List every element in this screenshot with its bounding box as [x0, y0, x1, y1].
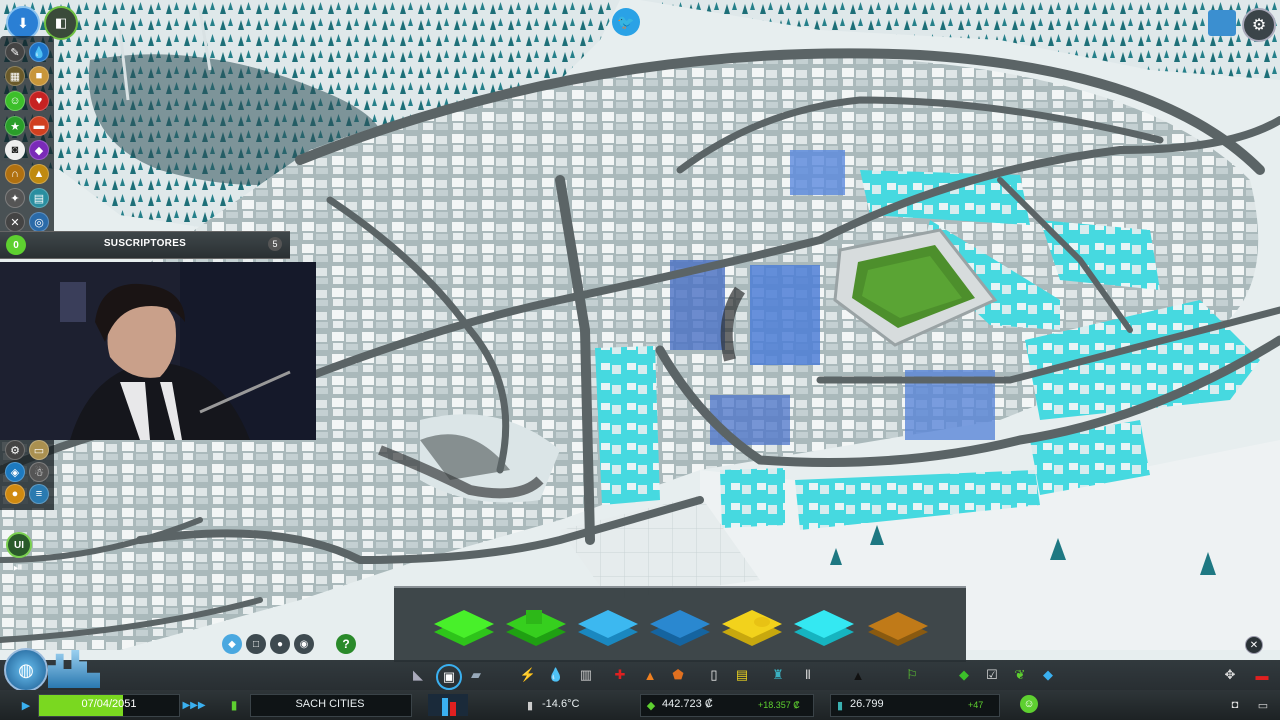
subscribers-label: SUSCRIPTORES — [103, 238, 187, 249]
road-icon[interactable]: ▦ — [5, 66, 25, 86]
speed-icon[interactable]: ▶▶▶ — [182, 697, 206, 713]
smiley-icon[interactable]: ☺ — [5, 91, 25, 111]
population-change: +47 — [968, 700, 984, 710]
move-icon[interactable]: ✥ — [1222, 667, 1238, 683]
view-icon[interactable]: ◈ — [5, 462, 25, 482]
garbage-icon[interactable]: ▥ — [578, 667, 594, 683]
fill-tool-icon[interactable]: □ — [246, 634, 266, 654]
large-brush-icon[interactable]: ◉ — [294, 634, 314, 654]
water-icon[interactable]: 💧 — [548, 667, 564, 683]
fire-icon[interactable]: ▲ — [642, 667, 658, 683]
transport-icon[interactable]: ▤ — [734, 667, 750, 683]
water-tool-icon[interactable]: ◆ — [1040, 667, 1056, 683]
star-icon[interactable]: ★ — [5, 116, 25, 136]
education-icon[interactable]: ▯ — [706, 667, 722, 683]
temperature-readout: -14.6°C — [542, 698, 580, 710]
date-progress-box: 07/04/2051 — [38, 694, 180, 717]
map-icon[interactable]: ▤ — [29, 188, 49, 208]
checklist-icon[interactable]: ☑ — [984, 667, 1000, 683]
healthcare-icon[interactable]: ✚ — [612, 667, 628, 683]
screenshot-icon[interactable]: ◘ — [1226, 697, 1244, 713]
money-icon: ◆ — [646, 699, 656, 712]
chirper-notifications-icon[interactable]: ◧ — [44, 6, 78, 40]
happiness-smiley-icon[interactable]: ☺ — [1020, 695, 1038, 713]
district-icon[interactable]: ◆ — [29, 140, 49, 160]
bus-icon[interactable]: ▬ — [29, 116, 49, 136]
zone-office[interactable] — [794, 610, 854, 646]
small-brush-icon[interactable]: ● — [270, 634, 290, 654]
download-icon[interactable]: ⬇ — [6, 6, 40, 40]
mod-sidebar: ✎ 💧 ▦ ■ ☺ ♥ ★ ▬ ◙ ◆ ∩ ▲ ✦ ▤ ✕ ◎ — [0, 36, 54, 241]
water-drop-icon[interactable]: 💧 — [29, 42, 49, 62]
gear-toggle-icon[interactable]: ⚙ — [5, 440, 25, 460]
pause-play-icon[interactable]: ▶ — [18, 697, 34, 713]
tool-icon[interactable]: ✎ — [5, 42, 25, 62]
subscribers-start-count: 0 — [6, 235, 26, 255]
help-icon[interactable]: ? — [336, 634, 356, 654]
bulldozer-icon[interactable]: ▬ — [1254, 667, 1270, 683]
brush-tool-icon[interactable]: ◆ — [222, 634, 242, 654]
camera-icon[interactable]: ◙ — [5, 140, 25, 160]
webcam-overlay — [0, 262, 316, 440]
gear-small-icon[interactable]: ✦ — [5, 188, 25, 208]
date-text: 07/04/2051 — [81, 698, 137, 710]
zone-residential-low[interactable] — [434, 610, 494, 646]
money-amount: 442.723 ₡ — [662, 698, 713, 710]
policies-icon[interactable]: ⚐ — [904, 667, 920, 683]
toolbar-icon-row — [0, 660, 1280, 690]
secondary-sidebar: ⚙ ▭ ◈ ☃ ● ≡ — [0, 440, 54, 510]
zone-commercial-high[interactable] — [650, 610, 710, 646]
heart-icon[interactable]: ♥ — [29, 91, 49, 111]
warning-icon[interactable]: ▲ — [29, 164, 49, 184]
layers-icon[interactable]: ≡ — [29, 484, 49, 504]
play-step-icon[interactable]: ⏯ — [8, 558, 28, 576]
landscaping-icon[interactable]: ▲ — [850, 667, 866, 683]
electricity-icon[interactable]: ⚡ — [520, 667, 536, 683]
trees-icon[interactable]: ❦ — [1012, 667, 1028, 683]
zone-dezone[interactable] — [868, 612, 928, 646]
walker-icon[interactable]: ☃ — [29, 462, 49, 482]
close-panel-icon[interactable]: ✕ — [1245, 636, 1263, 654]
zoning-panel — [394, 586, 966, 662]
subscribers-bar: 0 SUSCRIPTORES 5 — [0, 231, 290, 259]
settings-gear-icon[interactable]: ⚙ — [1242, 8, 1276, 42]
globe-icon[interactable]: ◎ — [29, 212, 49, 232]
thermometer-icon: ▮ — [526, 699, 534, 712]
zone-commercial-low[interactable] — [578, 610, 638, 646]
parks-icon[interactable]: ◆ — [956, 667, 972, 683]
zone-industrial[interactable] — [722, 610, 782, 646]
police-icon[interactable]: ⬟ — [670, 667, 686, 683]
districts-icon[interactable]: ▰ — [468, 667, 484, 683]
population-icon: ▮ — [836, 699, 844, 712]
ui-toggle-button[interactable]: UI — [6, 532, 32, 558]
city-name[interactable]: SACH CITIES — [250, 698, 410, 710]
income-amount: +18.357 ₡ — [758, 700, 800, 710]
roads-icon[interactable]: ◣ — [410, 667, 426, 683]
info-views-icon[interactable]: ▮ — [226, 696, 242, 714]
chirper-bird-icon[interactable]: 🐦 — [612, 8, 640, 36]
zone-residential-high[interactable] — [506, 610, 566, 646]
subscribers-goal-count: 5 — [268, 237, 282, 251]
city-logo-icon[interactable] — [1208, 10, 1236, 36]
wrench-icon[interactable]: ✕ — [5, 212, 25, 232]
info-icon[interactable]: ▭ — [29, 440, 49, 460]
zoning-icon[interactable]: ▣ — [436, 664, 462, 690]
coin-icon[interactable]: ● — [5, 484, 25, 504]
box-icon[interactable]: ■ — [29, 66, 49, 86]
happiness-bars-icon — [428, 694, 468, 716]
magnet-icon[interactable]: ∩ — [5, 164, 25, 184]
tourism-icon[interactable]: ♜ — [770, 667, 786, 683]
population-count: 26.799 — [850, 698, 884, 710]
message-icon[interactable]: ▭ — [1254, 697, 1272, 713]
globe-map-icon[interactable]: ◍ — [4, 648, 48, 692]
monuments-icon[interactable]: Ⅱ — [800, 667, 816, 683]
